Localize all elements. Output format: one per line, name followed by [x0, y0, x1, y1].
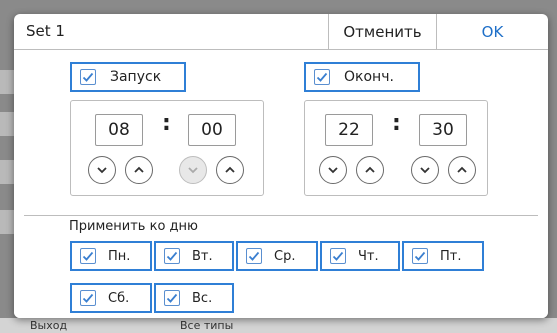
background-center-text: Все типы — [180, 319, 234, 332]
time-separator: : — [162, 111, 171, 136]
day-checkbox-thu[interactable]: Чт. — [320, 241, 400, 271]
check-icon — [164, 290, 180, 306]
day-checkbox-mon[interactable]: Пн. — [70, 241, 152, 271]
start-minute-up-button[interactable] — [216, 156, 244, 184]
start-minute-field[interactable]: 00 — [188, 114, 236, 146]
background-strip — [0, 160, 14, 184]
start-time-panel: 08 : 00 — [70, 100, 264, 196]
check-icon — [80, 290, 96, 306]
start-minute-down-button[interactable] — [179, 156, 207, 184]
end-minute-down-button[interactable] — [411, 156, 439, 184]
chevron-up-icon — [225, 166, 235, 173]
end-minute-up-button[interactable] — [448, 156, 476, 184]
dialog-title: Set 1 — [26, 22, 65, 40]
time-separator: : — [392, 111, 401, 136]
background-status-bar: Выход Все типы — [0, 318, 557, 333]
chevron-up-icon — [134, 166, 144, 173]
start-checkbox[interactable]: Запуск — [70, 62, 186, 92]
start-label: Запуск — [110, 69, 162, 85]
day-checkbox-fri[interactable]: Пт. — [402, 241, 484, 271]
background-strip — [0, 112, 14, 136]
chevron-down-icon — [328, 167, 338, 174]
start-hour-down-button[interactable] — [88, 156, 116, 184]
end-hour-field[interactable]: 22 — [325, 114, 373, 146]
end-label: Оконч. — [344, 69, 394, 85]
check-icon — [80, 69, 96, 85]
section-divider — [24, 215, 538, 216]
day-label: Вт. — [192, 248, 213, 264]
day-checkbox-sat[interactable]: Сб. — [70, 283, 152, 313]
end-minute-field[interactable]: 30 — [419, 114, 467, 146]
check-icon — [164, 248, 180, 264]
check-icon — [330, 248, 346, 264]
day-checkbox-wed[interactable]: Ср. — [236, 241, 318, 271]
start-hour-field[interactable]: 08 — [95, 114, 143, 146]
chevron-up-icon — [365, 166, 375, 173]
apply-days-heading: Применить ко дню — [69, 219, 198, 234]
dialog-body: Запуск 08 : 00 Оконч. 22: 30 Применить … — [14, 51, 548, 318]
chevron-up-icon — [457, 166, 467, 173]
background-left-text: Выход — [30, 319, 68, 332]
check-icon — [246, 248, 262, 264]
schedule-dialog: Set 1 Отменить OK Запуск 08 : 00 Оконч. … — [14, 14, 548, 318]
end-checkbox[interactable]: Оконч. — [304, 62, 420, 92]
cancel-button[interactable]: Отменить — [328, 14, 436, 50]
background-strip — [0, 70, 14, 94]
check-icon — [80, 248, 96, 264]
day-label: Пн. — [108, 248, 131, 264]
chevron-down-icon — [420, 167, 430, 174]
dialog-titlebar: Set 1 Отменить OK — [14, 14, 548, 50]
end-hour-down-button[interactable] — [319, 156, 347, 184]
chevron-down-icon — [188, 167, 198, 174]
day-label: Чт. — [358, 248, 379, 264]
day-label: Сб. — [108, 290, 130, 306]
ok-button[interactable]: OK — [436, 14, 548, 50]
day-label: Вс. — [192, 290, 213, 306]
day-label: Ср. — [274, 248, 296, 264]
day-label: Пт. — [440, 248, 462, 264]
end-time-panel: 22 : 30 — [304, 100, 488, 196]
chevron-down-icon — [97, 167, 107, 174]
check-icon — [314, 69, 330, 85]
day-checkbox-sun[interactable]: Вс. — [154, 283, 234, 313]
end-hour-up-button[interactable] — [356, 156, 384, 184]
background-strip — [0, 210, 14, 234]
day-checkbox-tue[interactable]: Вт. — [154, 241, 234, 271]
start-hour-up-button[interactable] — [125, 156, 153, 184]
check-icon — [412, 248, 428, 264]
